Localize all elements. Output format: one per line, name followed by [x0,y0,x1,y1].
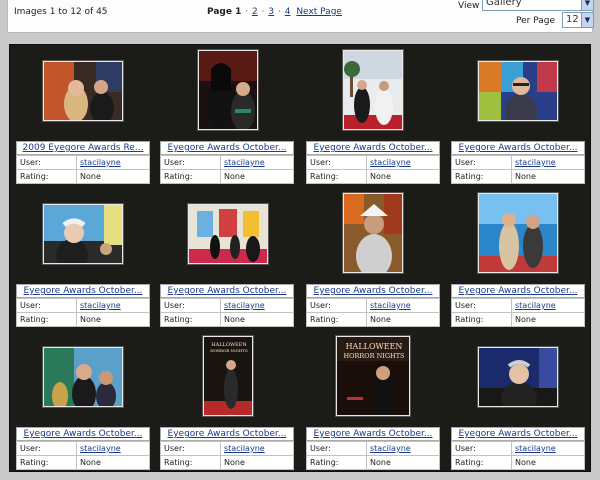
photo-title-link[interactable]: Eyegore Awards October... [168,286,287,296]
per-page-label: Per Page [516,16,555,26]
photo-title-link[interactable]: Eyegore Awards October... [314,143,433,153]
photo-title: Eyegore Awards October... [160,284,294,298]
page-link-4[interactable]: 4 [285,7,291,17]
user-link[interactable]: stacilayne [80,444,121,453]
rating-value: None [220,312,294,327]
chevron-down-icon[interactable]: ▼ [581,13,593,27]
photo-info: User: stacilayne Rating: None [160,441,294,470]
photo-title-link[interactable]: Eyegore Awards October... [24,429,143,439]
photo-info: User: stacilayne Rating: None [160,298,294,327]
view-selected-value: Gallery [486,0,522,8]
rating-value: None [76,169,150,184]
photo-title: Eyegore Awards October... [16,284,150,298]
photo-thumbnail[interactable] [478,347,558,407]
per-page-selected-value: 12 [566,14,579,25]
photo-title: Eyegore Awards October... [451,427,585,441]
photo-thumbnail[interactable] [188,204,268,264]
photo-thumbnail[interactable] [43,61,123,121]
user-link[interactable]: stacilayne [370,301,411,310]
photo-title: Eyegore Awards October... [451,284,585,298]
photo-title-link[interactable]: Eyegore Awards October... [459,429,578,439]
photo-thumbnail[interactable] [198,50,258,130]
chevron-down-icon[interactable]: ▼ [581,0,593,10]
photo-thumbnail[interactable] [478,193,558,273]
photo-thumbnail[interactable] [478,61,558,121]
photo-title-link[interactable]: 2009 Eyegore Awards Re... [23,143,144,153]
rating-value: None [511,455,585,470]
gallery-grid: 2009 Eyegore Awards Re... User: stacilayn… [9,44,591,472]
photo-title-link[interactable]: Eyegore Awards October... [459,143,578,153]
photo-title-link[interactable]: Eyegore Awards October... [168,429,287,439]
user-link[interactable]: stacilayne [370,158,411,167]
photo-thumbnail[interactable]: HALLOWEEN HORROR NIGHTS [336,336,410,416]
view-label: View [458,1,480,11]
view-select[interactable]: Gallery ▼ [482,0,594,11]
photo-title: Eyegore Awards October... [160,427,294,441]
photo-title-link[interactable]: Eyegore Awards October... [168,143,287,153]
photo-info: User: stacilayne Rating: None [16,155,150,184]
rating-value: None [366,312,440,327]
photo-title: Eyegore Awards October... [306,141,440,155]
user-link[interactable]: stacilayne [370,444,411,453]
user-link[interactable]: stacilayne [515,444,556,453]
rating-value: None [511,312,585,327]
pagination: Page 1 · 2 · 3 · 4 Next Page [207,7,342,17]
per-page-select[interactable]: 12 ▼ [562,12,594,28]
photo-title-link[interactable]: Eyegore Awards October... [314,429,433,439]
rating-value: None [511,169,585,184]
user-link[interactable]: stacilayne [515,301,556,310]
photo-thumbnail[interactable] [343,50,403,130]
svg-text:HALLOWEEN: HALLOWEEN [346,342,403,351]
photo-thumbnail[interactable] [343,193,403,273]
photo-title: Eyegore Awards October... [16,427,150,441]
photo-thumbnail[interactable] [43,347,123,407]
rating-value: None [220,455,294,470]
rating-value: None [76,312,150,327]
photo-title: 2009 Eyegore Awards Re... [16,141,150,155]
photo-info: User: stacilayne Rating: None [306,155,440,184]
photo-info: User: stacilayne Rating: None [451,155,585,184]
rating-value: None [76,455,150,470]
photo-title: Eyegore Awards October... [451,141,585,155]
next-page-link[interactable]: Next Page [296,7,342,17]
photo-title: Eyegore Awards October... [306,284,440,298]
current-page: Page 1 [207,7,242,17]
user-link[interactable]: stacilayne [515,158,556,167]
photo-title-link[interactable]: Eyegore Awards October... [314,286,433,296]
photo-title: Eyegore Awards October... [306,427,440,441]
rating-value: None [366,169,440,184]
photo-info: User: stacilayne Rating: None [306,298,440,327]
user-link[interactable]: stacilayne [80,158,121,167]
photo-info: User: stacilayne Rating: None [306,441,440,470]
rating-value: None [220,169,294,184]
photo-info: User: stacilayne Rating: None [160,155,294,184]
image-count: Images 1 to 12 of 45 [14,7,108,17]
user-link[interactable]: stacilayne [224,444,265,453]
page-link-2[interactable]: 2 [252,7,258,17]
photo-info: User: stacilayne Rating: None [16,441,150,470]
page-link-3[interactable]: 3 [268,7,274,17]
photo-title-link[interactable]: Eyegore Awards October... [24,286,143,296]
photo-thumbnail[interactable]: HALLOWEEN HORROR NIGHTS [203,336,253,416]
photo-title-link[interactable]: Eyegore Awards October... [459,286,578,296]
photo-title: Eyegore Awards October... [160,141,294,155]
user-link[interactable]: stacilayne [224,158,265,167]
user-link[interactable]: stacilayne [80,301,121,310]
rating-value: None [366,455,440,470]
gallery-toolbar: Images 1 to 12 of 45 Page 1 · 2 · 3 · 4 … [7,0,594,33]
svg-text:HORROR NIGHTS: HORROR NIGHTS [344,352,405,360]
svg-text:HORROR NIGHTS: HORROR NIGHTS [210,348,248,353]
photo-thumbnail[interactable] [43,204,123,264]
user-link[interactable]: stacilayne [224,301,265,310]
photo-info: User: stacilayne Rating: None [451,298,585,327]
photo-info: User: stacilayne Rating: None [451,441,585,470]
photo-info: User: stacilayne Rating: None [16,298,150,327]
